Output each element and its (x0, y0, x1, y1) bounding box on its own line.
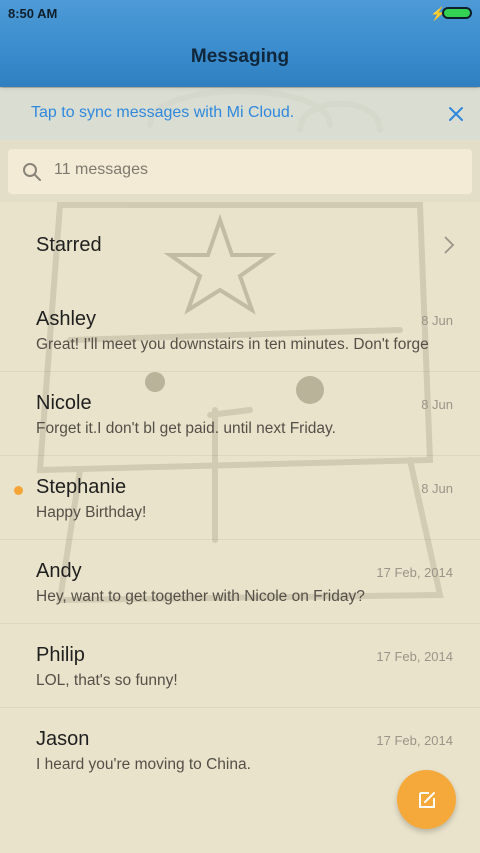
conversation-row[interactable]: Nicole 8 Jun Forget it.I don't bl get pa… (0, 372, 480, 456)
status-time: 8:50 AM (8, 6, 58, 21)
search-placeholder: 11 messages (54, 161, 148, 178)
conversation-name: Ashley (36, 308, 97, 330)
unread-indicator (14, 486, 23, 495)
starred-item[interactable]: Starred (0, 204, 480, 288)
conversation-date: 8 Jun (421, 313, 453, 328)
conversation-name: Stephanie (36, 476, 127, 498)
conversation-name: Andy (36, 560, 82, 582)
conversation-preview: Hey, want to get together with Nicole on… (36, 588, 365, 605)
app-header: 8:50 AM ⚡ Messaging (0, 0, 480, 87)
search-bar-container: 11 messages (0, 140, 480, 202)
conversation-date: 8 Jun (421, 481, 453, 496)
status-bar: 8:50 AM ⚡ (0, 0, 480, 28)
conversation-name: Nicole (36, 392, 92, 414)
conversation-preview: Great! I'll meet you downstairs in ten m… (36, 336, 429, 353)
conversation-preview: LOL, that's so funny! (36, 672, 178, 689)
compose-icon (418, 791, 435, 808)
close-icon[interactable] (440, 98, 472, 130)
conversation-row[interactable]: Andy 17 Feb, 2014 Hey, want to get toget… (0, 540, 480, 624)
conversation-date: 17 Feb, 2014 (376, 565, 453, 580)
starred-label: Starred (36, 234, 102, 256)
battery-icon (442, 7, 472, 19)
conversation-date: 17 Feb, 2014 (376, 733, 453, 748)
sync-banner[interactable]: Tap to sync messages with Mi Cloud. (0, 88, 480, 140)
conversation-preview: Forget it.I don't bl get paid. until nex… (36, 420, 336, 437)
compose-button[interactable] (397, 770, 456, 829)
chevron-right-icon (444, 236, 455, 254)
conversation-row[interactable]: Ashley 8 Jun Great! I'll meet you downst… (0, 288, 480, 372)
sync-banner-text[interactable]: Tap to sync messages with Mi Cloud. (31, 104, 294, 122)
conversation-preview: I heard you're moving to China. (36, 756, 251, 773)
conversation-date: 8 Jun (421, 397, 453, 412)
page-title: Messaging (190, 46, 290, 67)
conversation-date: 17 Feb, 2014 (376, 649, 453, 664)
conversation-name: Philip (36, 644, 85, 666)
conversation-row[interactable]: Stephanie 8 Jun Happy Birthday! (0, 456, 480, 540)
search-icon (23, 163, 41, 181)
conversation-preview: Happy Birthday! (36, 504, 147, 521)
conversation-name: Jason (36, 728, 90, 750)
search-input[interactable]: 11 messages (8, 149, 472, 194)
conversation-row[interactable]: Philip 17 Feb, 2014 LOL, that's so funny… (0, 624, 480, 708)
